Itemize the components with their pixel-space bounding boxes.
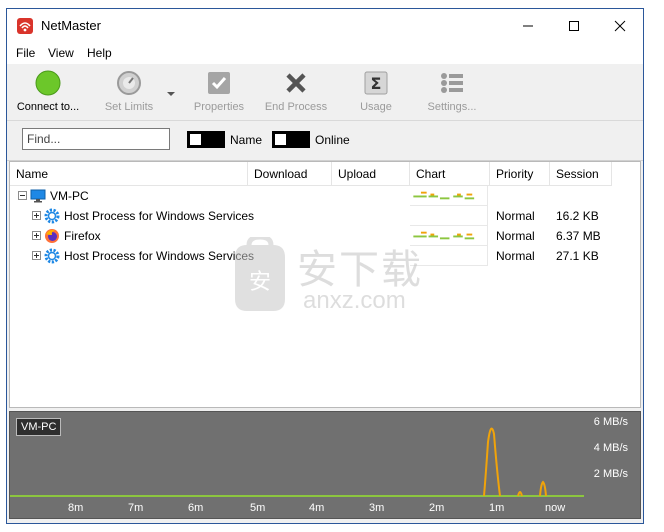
connect-status-icon — [35, 70, 61, 96]
online-toggle-label: Online — [315, 133, 350, 147]
menu-file[interactable]: File — [16, 46, 35, 60]
toolbar: Connect to... Set Limits Properties End … — [7, 64, 643, 121]
table-row[interactable]: Host Process for Windows Services Normal… — [10, 206, 640, 226]
title-bar: NetMaster — [7, 9, 643, 42]
expand-toggle[interactable] — [32, 211, 41, 220]
firefox-icon — [45, 229, 59, 243]
x-axis-label: 2m — [429, 502, 445, 514]
usage-label: Usage — [360, 101, 392, 113]
end-process-label: End Process — [264, 101, 328, 113]
x-icon — [286, 73, 306, 93]
x-axis-label: 8m — [68, 502, 84, 514]
close-button[interactable] — [597, 9, 643, 42]
properties-label: Properties — [193, 101, 245, 113]
y-axis-label: 6 MB/s — [593, 416, 628, 428]
y-axis-label: 4 MB/s — [593, 442, 628, 454]
collapse-toggle[interactable] — [18, 191, 27, 200]
set-limits-button[interactable]: Set Limits — [99, 68, 159, 113]
graph-host-label: VM-PC — [16, 418, 62, 436]
name-toggle-label: Name — [230, 133, 263, 147]
menu-bar: File View Help — [7, 42, 643, 64]
minimize-button[interactable] — [505, 9, 551, 42]
watermark: 安 安下载 anxz.com — [225, 234, 455, 317]
x-axis-label: now — [545, 502, 566, 514]
menu-help[interactable]: Help — [87, 46, 112, 60]
row-sparkline — [410, 206, 488, 226]
speedometer-icon — [117, 71, 141, 95]
column-header-priority[interactable]: Priority — [490, 162, 550, 186]
column-header-session[interactable]: Session — [550, 162, 612, 186]
set-limits-label: Set Limits — [104, 101, 154, 113]
properties-button[interactable]: Properties — [189, 68, 249, 113]
online-toggle[interactable] — [272, 131, 310, 148]
row-session: 27.1 KB — [556, 249, 599, 263]
filter-bar: Name Online — [7, 121, 643, 161]
connect-button[interactable]: Connect to... — [13, 68, 83, 113]
row-priority: Normal — [496, 229, 535, 243]
end-process-button[interactable]: End Process — [263, 68, 329, 113]
watermark-subtext: anxz.com — [303, 287, 406, 314]
menu-view[interactable]: View — [48, 46, 74, 60]
column-header-download[interactable]: Download — [248, 162, 332, 186]
maximize-button[interactable] — [551, 9, 597, 42]
find-input[interactable] — [22, 128, 170, 150]
table-row[interactable]: VM-PC — [10, 186, 640, 206]
gear-icon — [44, 248, 60, 264]
app-logo-icon — [17, 18, 33, 34]
usage-button[interactable]: Σ Usage — [351, 68, 401, 113]
row-name: VM-PC — [50, 189, 89, 203]
row-priority: Normal — [496, 249, 535, 263]
gear-icon — [44, 208, 60, 224]
x-axis-label: 3m — [369, 502, 385, 514]
x-axis-label: 6m — [188, 502, 204, 514]
column-header-name[interactable]: Name — [10, 162, 248, 186]
checkmark-icon — [208, 72, 230, 94]
bandwidth-graph: VM-PC 6 MB/s 4 MB/s 2 MB/s 8m 7m 6m 5m 4… — [9, 411, 641, 519]
row-sparkline — [410, 186, 488, 206]
connect-label: Connect to... — [16, 101, 80, 113]
name-toggle[interactable] — [187, 131, 225, 148]
maximize-icon — [569, 20, 579, 31]
row-session: 16.2 KB — [556, 209, 599, 223]
settings-label: Settings... — [427, 101, 477, 113]
set-limits-dropdown-arrow[interactable] — [167, 92, 175, 96]
svg-text:Σ: Σ — [371, 74, 382, 93]
row-name: Host Process for Windows Services — [64, 209, 255, 223]
y-axis-label: 2 MB/s — [593, 468, 628, 480]
x-axis-label: 4m — [309, 502, 325, 514]
row-priority: Normal — [496, 209, 535, 223]
x-axis-label: 5m — [250, 502, 266, 514]
close-icon — [614, 20, 626, 31]
column-header-chart[interactable]: Chart — [410, 162, 490, 186]
x-axis-label: 7m — [128, 502, 144, 514]
expand-toggle[interactable] — [32, 231, 41, 240]
expand-toggle[interactable] — [32, 251, 41, 260]
row-session: 6.37 MB — [556, 229, 601, 243]
window-title: NetMaster — [41, 18, 101, 33]
row-name: Firefox — [64, 229, 101, 243]
app-window: NetMaster File View Help Connect to... S… — [6, 8, 644, 524]
settings-list-icon — [441, 73, 463, 93]
settings-button[interactable]: Settings... — [421, 68, 483, 113]
sigma-icon: Σ — [364, 71, 388, 95]
column-header-upload[interactable]: Upload — [332, 162, 410, 186]
minimize-icon — [523, 25, 533, 26]
x-axis-label: 1m — [489, 502, 505, 514]
computer-icon — [30, 189, 46, 203]
svg-text:安: 安 — [249, 270, 271, 295]
